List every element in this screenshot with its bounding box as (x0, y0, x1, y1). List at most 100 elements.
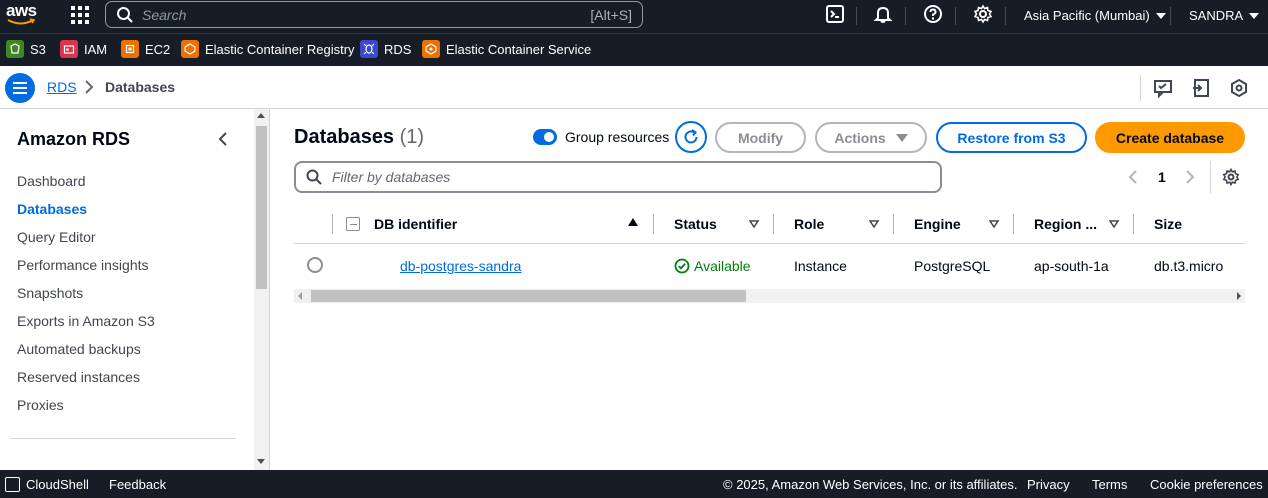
column-header-engine[interactable]: Engine (914, 216, 961, 232)
notifications-bell-icon[interactable] (873, 4, 893, 24)
filter-databases-input[interactable]: Filter by databases (294, 161, 942, 193)
region-selector[interactable]: Asia Pacific (Mumbai) (1024, 8, 1166, 23)
scroll-up-arrow-icon[interactable] (257, 113, 265, 118)
sort-caret-icon[interactable] (1109, 220, 1119, 228)
column-header-size[interactable]: Size (1154, 216, 1182, 232)
cookie-preferences-link[interactable]: Cookie preferences (1150, 477, 1263, 492)
terms-link[interactable]: Terms (1092, 477, 1127, 492)
favorite-s3[interactable]: S3 (6, 40, 46, 58)
favorite-ecr[interactable]: Elastic Container Registry (181, 40, 355, 58)
help-icon[interactable] (923, 4, 943, 24)
side-navigation-title[interactable]: Amazon RDS (17, 129, 130, 150)
sort-ascending-icon[interactable] (628, 218, 638, 226)
favorite-ecs[interactable]: Elastic Container Service (422, 40, 591, 58)
feedback-link[interactable]: Feedback (109, 477, 166, 492)
favorite-label: EC2 (145, 41, 171, 57)
next-page-chevron-icon[interactable] (1185, 170, 1195, 184)
sidebar-item-reserved-instances[interactable]: Reserved instances (17, 369, 140, 385)
current-page-number[interactable]: 1 (1158, 169, 1166, 185)
favorite-ec2[interactable]: EC2 (121, 40, 170, 58)
tutorial-panel-icon[interactable] (1229, 78, 1249, 98)
services-grid-icon[interactable] (70, 5, 90, 25)
sort-caret-icon[interactable] (749, 220, 759, 228)
side-navigation-toggle-button[interactable] (5, 73, 35, 103)
refresh-button[interactable] (675, 121, 707, 153)
footer: CloudShell Feedback © 2025, Amazon Web S… (0, 470, 1268, 498)
favorite-label: IAM (84, 41, 108, 57)
sidebar-item-automated-backups[interactable]: Automated backups (17, 341, 141, 357)
column-header-db-identifier[interactable]: DB identifier (374, 216, 457, 232)
cloudshell-link[interactable]: CloudShell (26, 477, 89, 492)
iam-service-icon (60, 40, 78, 58)
feedback-icon[interactable] (1153, 78, 1173, 98)
breadcrumb-rds-link[interactable]: RDS (47, 79, 77, 95)
close-sidebar-chevron-icon[interactable] (216, 131, 230, 147)
scroll-left-arrow-icon[interactable] (298, 292, 302, 300)
sidebar-item-dashboard[interactable]: Dashboard (17, 173, 86, 189)
sidebar-item-performance-insights[interactable]: Performance insights (17, 257, 149, 273)
success-check-icon (674, 258, 690, 274)
chevron-down-icon (1249, 13, 1260, 19)
column-header-status[interactable]: Status (674, 216, 717, 232)
favorite-iam[interactable]: IAM (60, 40, 107, 58)
refresh-icon (684, 129, 698, 144)
create-button-label: Create database (1115, 129, 1225, 146)
scroll-down-arrow-icon[interactable] (257, 459, 265, 464)
sidebar-item-proxies[interactable]: Proxies (17, 397, 64, 413)
sort-caret-icon[interactable] (989, 220, 999, 228)
favorite-rds[interactable]: RDS (360, 40, 411, 58)
search-shortcut: [Alt+S] (590, 6, 632, 23)
column-header-role[interactable]: Role (794, 216, 824, 232)
favorite-label: RDS (384, 41, 412, 57)
search-input[interactable]: Search [Alt+S] (105, 1, 643, 28)
table-scrollbar-thumb[interactable] (311, 290, 746, 302)
actions-button-label: Actions (834, 129, 886, 146)
size-cell: db.t3.micro (1154, 258, 1224, 274)
group-resources-toggle[interactable] (533, 129, 557, 145)
search-icon (306, 169, 322, 185)
ecr-service-icon (181, 40, 199, 58)
sidebar-scrollbar-thumb[interactable] (256, 126, 267, 289)
sort-caret-icon[interactable] (869, 220, 879, 228)
group-resources-label: Group resources (565, 129, 670, 145)
main-content: Databases (1) Group resources Modify Act… (270, 109, 1268, 470)
table-preferences-gear-icon[interactable] (1222, 168, 1240, 186)
aws-logo[interactable]: aws (6, 2, 40, 30)
copyright-text: © 2025, Amazon Web Services, Inc. or its… (723, 477, 1018, 492)
search-icon (117, 6, 133, 23)
column-header-region[interactable]: Region ... (1034, 216, 1097, 232)
create-database-button[interactable]: Create database (1095, 122, 1245, 153)
sidebar-item-databases[interactable]: Databases (17, 201, 87, 217)
actions-dropdown[interactable]: Actions (815, 122, 927, 153)
status-text: Available (694, 258, 751, 274)
restore-button-label: Restore from S3 (957, 129, 1066, 146)
restore-from-s3-button[interactable]: Restore from S3 (936, 122, 1087, 153)
account-menu[interactable]: SANDRA (1189, 8, 1260, 23)
favorite-label: Elastic Container Registry (205, 41, 355, 57)
modify-button[interactable]: Modify (715, 122, 806, 153)
sidebar-item-exports-s3[interactable]: Exports in Amazon S3 (17, 313, 155, 329)
settings-gear-icon[interactable] (973, 4, 993, 24)
db-identifier-link[interactable]: db-postgres-sandra (400, 258, 521, 274)
status-badge: Available (674, 258, 751, 274)
database-count: (1) (399, 126, 425, 148)
cloudshell-icon[interactable] (5, 477, 20, 492)
privacy-link[interactable]: Privacy (1027, 477, 1070, 492)
page-title-text: Databases (294, 126, 395, 148)
info-panel-icon[interactable] (1191, 78, 1211, 98)
sidebar-item-snapshots[interactable]: Snapshots (17, 285, 83, 301)
collapse-all-toggle[interactable] (346, 217, 360, 231)
favorite-label: Elastic Container Service (446, 41, 592, 57)
caret-down-icon (895, 133, 908, 142)
table-header-row: DB identifier Status Role Engine Region … (294, 205, 1245, 244)
region-label: Asia Pacific (Mumbai) (1024, 8, 1150, 23)
row-select-radio[interactable] (307, 257, 323, 273)
previous-page-chevron-icon[interactable] (1128, 170, 1138, 184)
table-row[interactable]: db-postgres-sandra Available Instance Po… (294, 244, 1245, 288)
page-title: Databases (1) (294, 126, 424, 149)
scroll-right-arrow-icon[interactable] (1237, 292, 1241, 300)
favorites-bar: S3 IAM EC2 Elastic Container Registry RD… (0, 33, 1268, 66)
sidebar-item-query-editor[interactable]: Query Editor (17, 229, 96, 245)
table-horizontal-scrollbar[interactable] (294, 289, 1245, 303)
cloudshell-icon[interactable] (825, 4, 845, 24)
